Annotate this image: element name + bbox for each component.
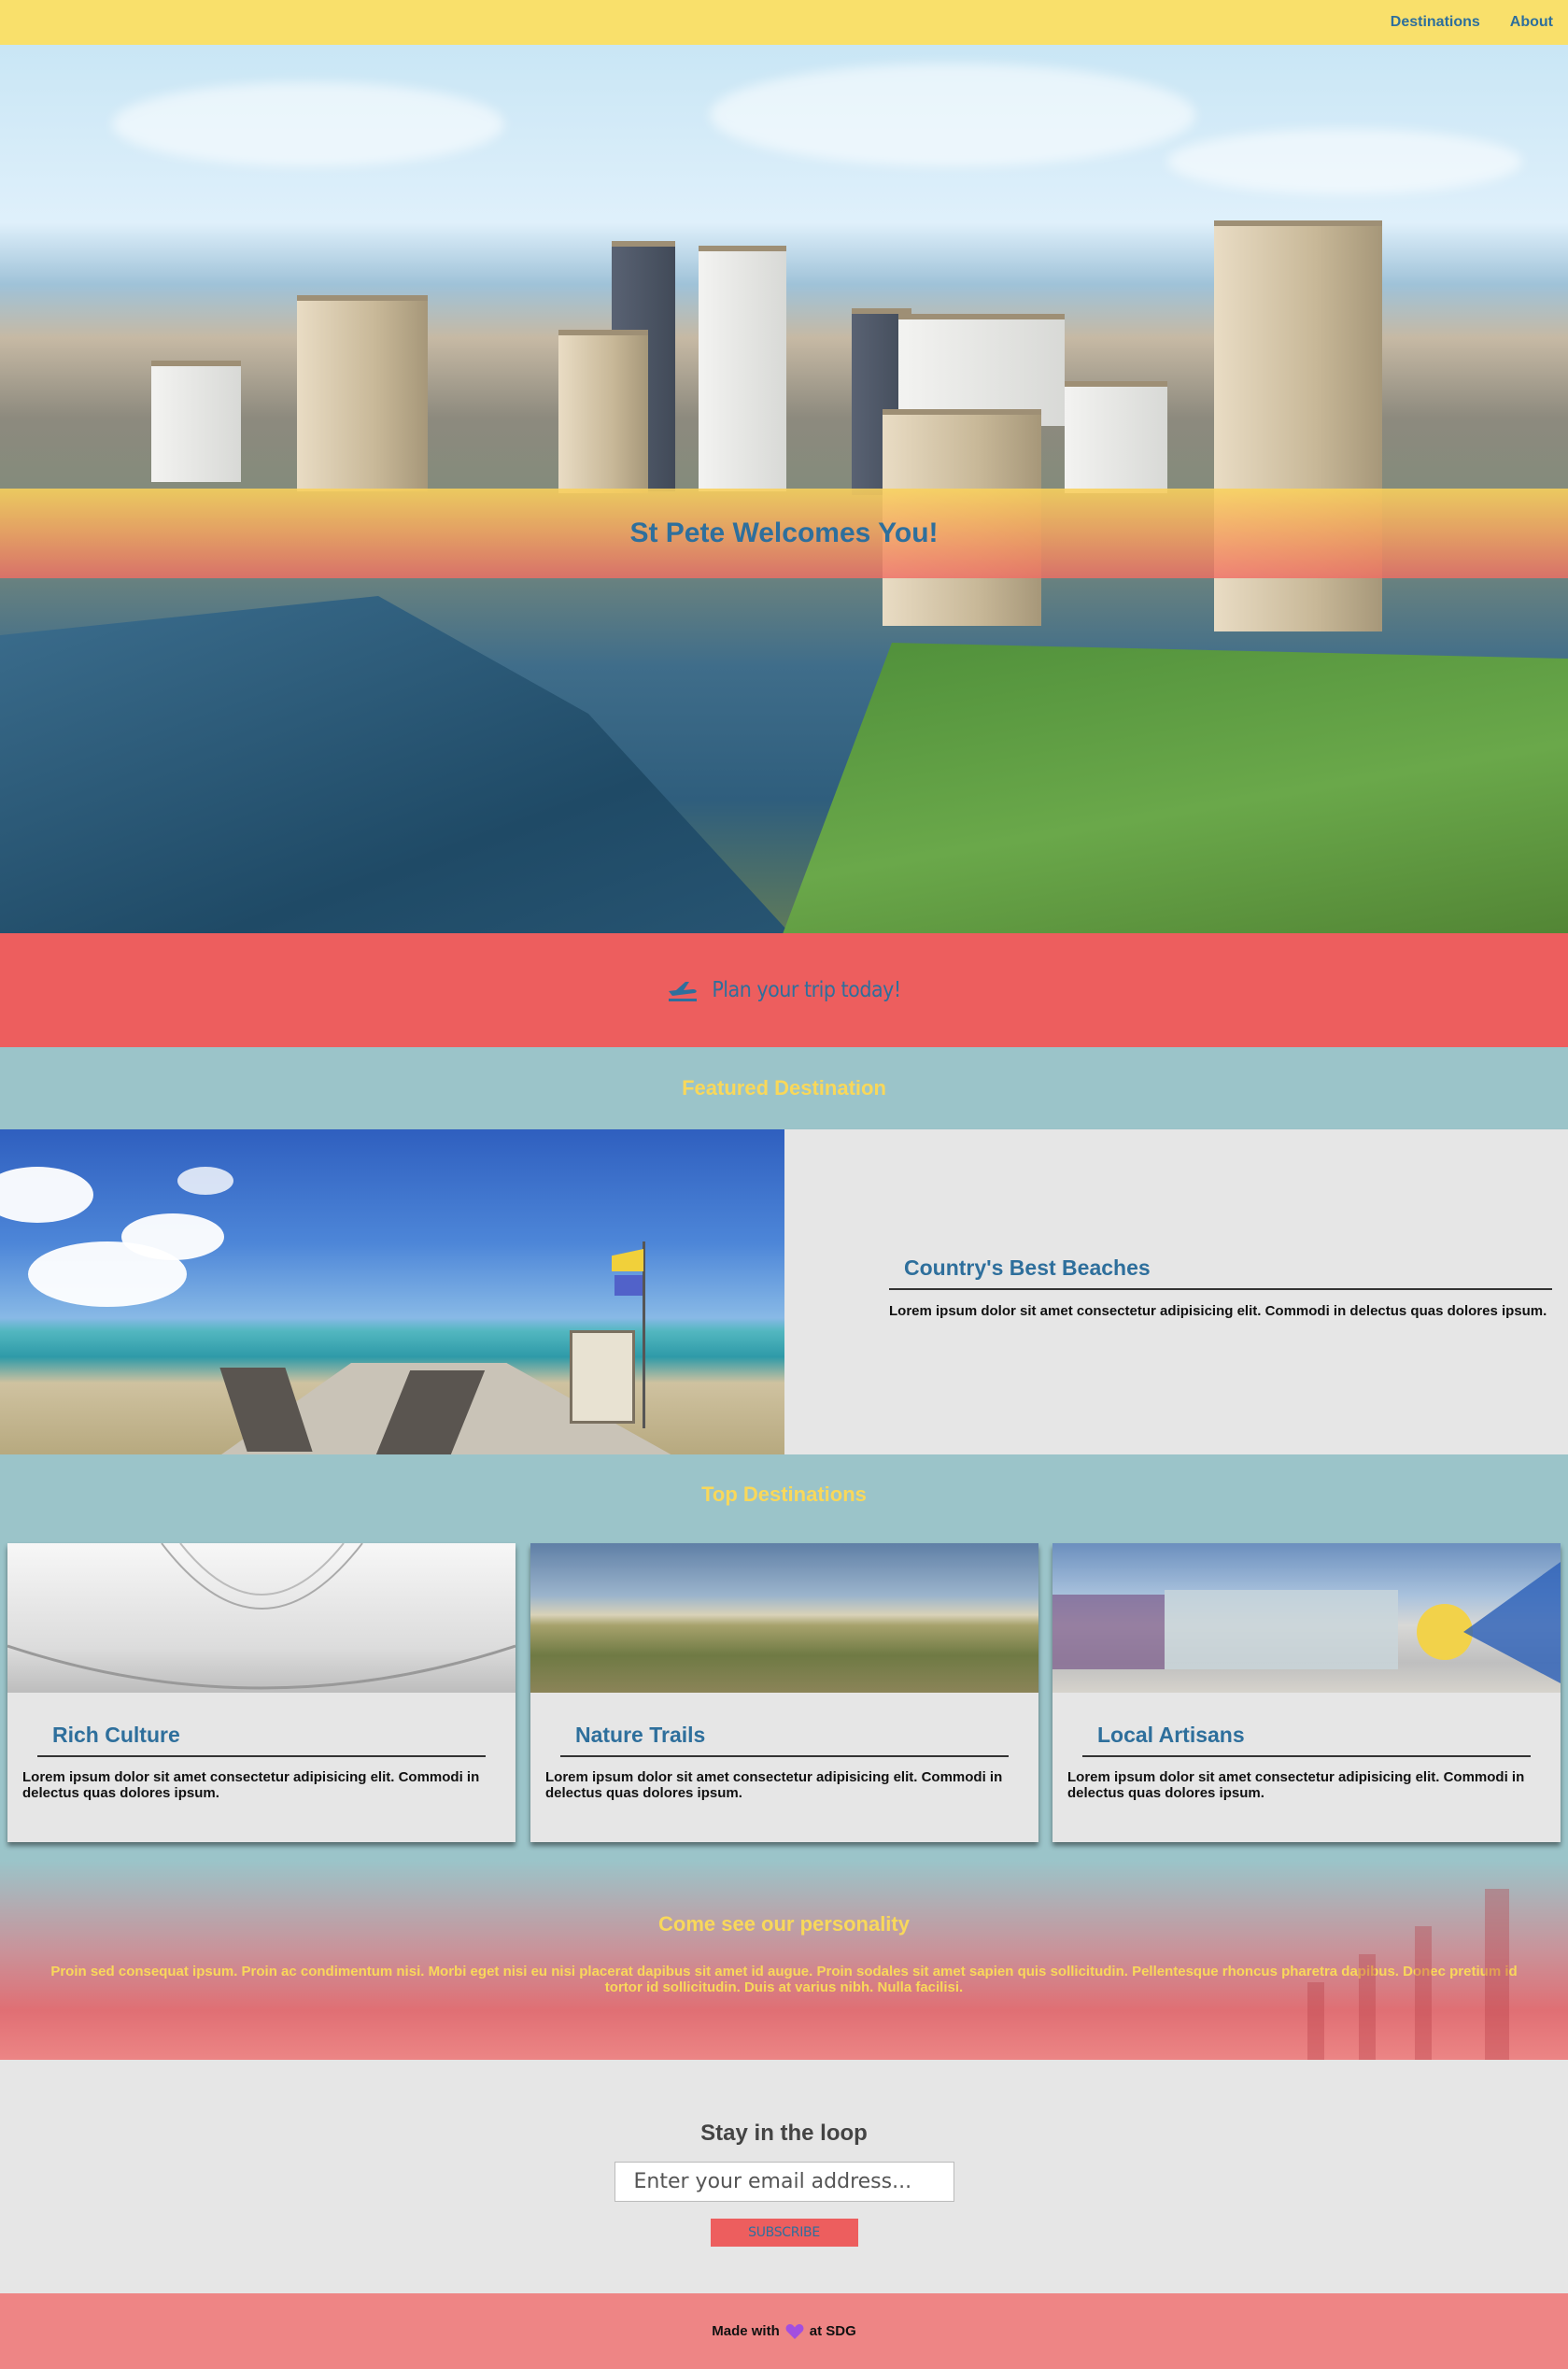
featured-beach-image (0, 1129, 784, 1454)
welcome-banner: St Pete Welcomes You! (0, 489, 1568, 578)
card-title-artisans: Local Artisans (1082, 1723, 1531, 1757)
personality-section: Come see our personality Proin sed conse… (0, 1861, 1568, 2060)
nav-link-destinations[interactable]: Destinations (1391, 14, 1480, 31)
culture-image (7, 1543, 516, 1693)
card-text-culture: Lorem ipsum dolor sit amet consectetur a… (22, 1769, 480, 1801)
plan-trip-label[interactable]: Plan your trip today! (712, 978, 901, 1002)
featured-card-title: Country's Best Beaches (889, 1255, 1552, 1290)
personality-title: Come see our personality (658, 1912, 910, 1936)
top-nav: Destinations About (0, 0, 1568, 45)
airplane-icon (669, 982, 698, 1001)
hero-image: St Pete Welcomes You! (0, 45, 1568, 933)
personality-text: Proin sed consequat ipsum. Proin ac cond… (50, 1964, 1518, 1995)
footer-text-before: Made with (712, 2323, 780, 2339)
plan-trip-bar[interactable]: Plan your trip today! (0, 933, 1568, 1047)
footer-text-after: at SDG (809, 2323, 856, 2339)
destination-card-nature[interactable]: Nature Trails Lorem ipsum dolor sit amet… (530, 1543, 1038, 1842)
top-section-title: Top Destinations (701, 1482, 867, 1506)
destination-card-artisans[interactable]: Local Artisans Lorem ipsum dolor sit ame… (1052, 1543, 1561, 1842)
top-destinations: Top Destinations Rich Culture Lorem ipsu… (0, 1454, 1568, 1861)
card-text-nature: Lorem ipsum dolor sit amet consectetur a… (545, 1769, 1003, 1801)
purple-heart-icon (785, 2323, 804, 2339)
destination-card-culture[interactable]: Rich Culture Lorem ipsum dolor sit amet … (7, 1543, 516, 1842)
featured-section-title: Featured Destination (682, 1076, 886, 1099)
artisans-image (1052, 1543, 1561, 1693)
newsletter-title: Stay in the loop (700, 2121, 868, 2146)
card-text-artisans: Lorem ipsum dolor sit amet consectetur a… (1067, 1769, 1525, 1801)
nature-image (530, 1543, 1038, 1693)
subscribe-button[interactable]: SUBSCRIBE (710, 2219, 858, 2247)
featured-text-block: Country's Best Beaches Lorem ipsum dolor… (889, 1255, 1552, 1320)
featured-card: Country's Best Beaches Lorem ipsum dolor… (0, 1129, 1568, 1454)
nav-link-about[interactable]: About (1510, 14, 1553, 31)
footer: Made with at SDG (0, 2293, 1568, 2369)
newsletter-section: Stay in the loop SUBSCRIBE (0, 2060, 1568, 2293)
featured-card-text: Lorem ipsum dolor sit amet consectetur a… (889, 1303, 1547, 1319)
card-title-culture: Rich Culture (37, 1723, 486, 1757)
hero-bay (0, 596, 841, 933)
email-input[interactable] (614, 2162, 954, 2202)
hero-park (766, 643, 1568, 933)
card-title-nature: Nature Trails (560, 1723, 1009, 1757)
hero-title: St Pete Welcomes You! (629, 518, 939, 548)
featured-header: Featured Destination (0, 1047, 1568, 1129)
